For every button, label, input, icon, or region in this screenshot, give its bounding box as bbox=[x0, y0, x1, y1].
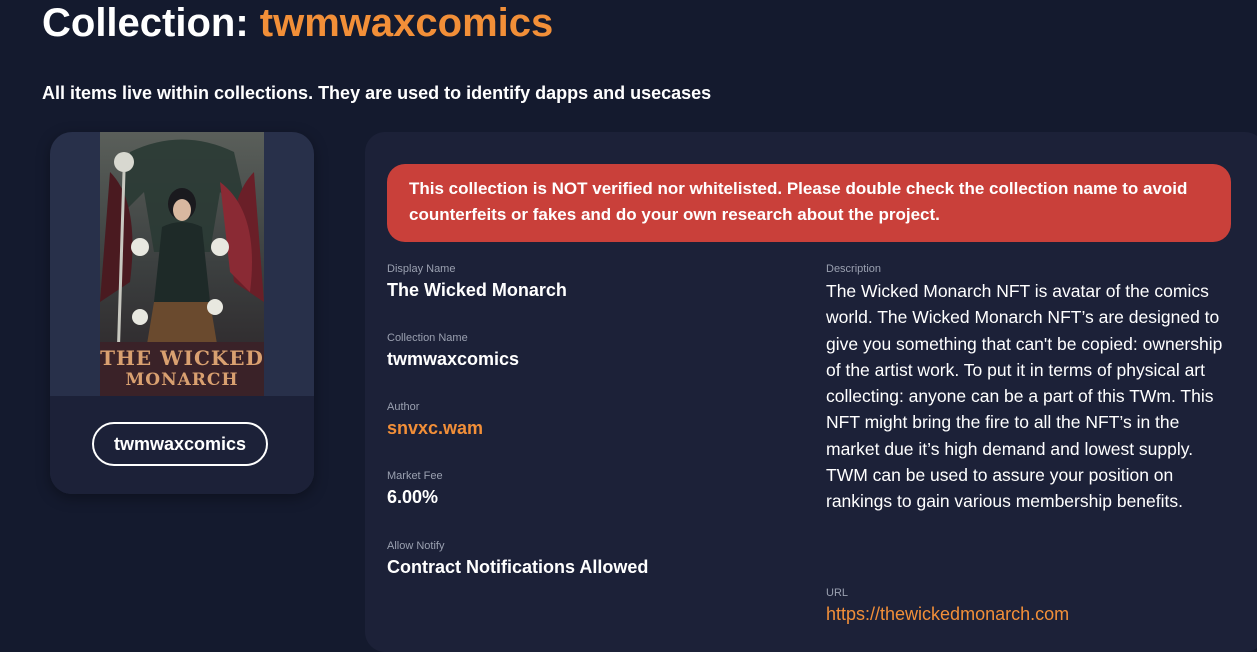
allow-notify-field: Allow Notify Contract Notifications Allo… bbox=[387, 539, 648, 579]
description-text: The Wicked Monarch NFT is avatar of the … bbox=[826, 281, 1223, 512]
author-field: Author snvxc.wam bbox=[387, 400, 483, 440]
display-name-value: The Wicked Monarch bbox=[387, 280, 567, 300]
collection-image[interactable]: THE WICKED MONARCH bbox=[100, 132, 264, 396]
market-fee-field: Market Fee 6.00% bbox=[387, 469, 443, 509]
collection-details-panel: This collection is NOT verified nor whit… bbox=[365, 132, 1257, 652]
author-link[interactable]: snvxc.wam bbox=[387, 416, 483, 440]
image-title-line1: THE WICKED bbox=[100, 346, 264, 370]
url-field: URL https://thewickedmonarch.com bbox=[826, 586, 1069, 626]
allow-notify-value: Contract Notifications Allowed bbox=[387, 557, 649, 577]
description-field: Description The Wicked Monarch NFT is av… bbox=[826, 262, 1236, 515]
description-label: Description bbox=[826, 263, 882, 275]
image-title-line2: MONARCH bbox=[125, 370, 239, 390]
page-subtitle: All items live within collections. They … bbox=[42, 83, 712, 103]
page-title: Collection: twmwaxcomics bbox=[42, 0, 553, 46]
display-name-field: Display Name The Wicked Monarch bbox=[387, 262, 567, 302]
url-label: URL bbox=[826, 587, 849, 599]
collection-name-value: twmwaxcomics bbox=[387, 349, 520, 369]
not-verified-warning: This collection is NOT verified nor whit… bbox=[387, 164, 1231, 242]
market-fee-label: Market Fee bbox=[387, 470, 443, 482]
collection-name-label: Collection Name bbox=[387, 332, 468, 344]
collection-name-button[interactable]: twmwaxcomics bbox=[92, 422, 268, 466]
display-name-label: Display Name bbox=[387, 263, 456, 275]
page-title-collection-name: twmwaxcomics bbox=[259, 1, 554, 45]
url-link[interactable]: https://thewickedmonarch.com bbox=[826, 602, 1069, 626]
allow-notify-label: Allow Notify bbox=[387, 540, 445, 552]
author-label: Author bbox=[387, 401, 420, 413]
market-fee-value: 6.00% bbox=[387, 487, 439, 507]
page-title-prefix: Collection: bbox=[42, 1, 249, 45]
collection-name-field: Collection Name twmwaxcomics bbox=[387, 331, 519, 371]
collection-card: THE WICKED MONARCH twmwaxcomics bbox=[50, 132, 314, 494]
card-footer: twmwaxcomics bbox=[50, 396, 314, 494]
